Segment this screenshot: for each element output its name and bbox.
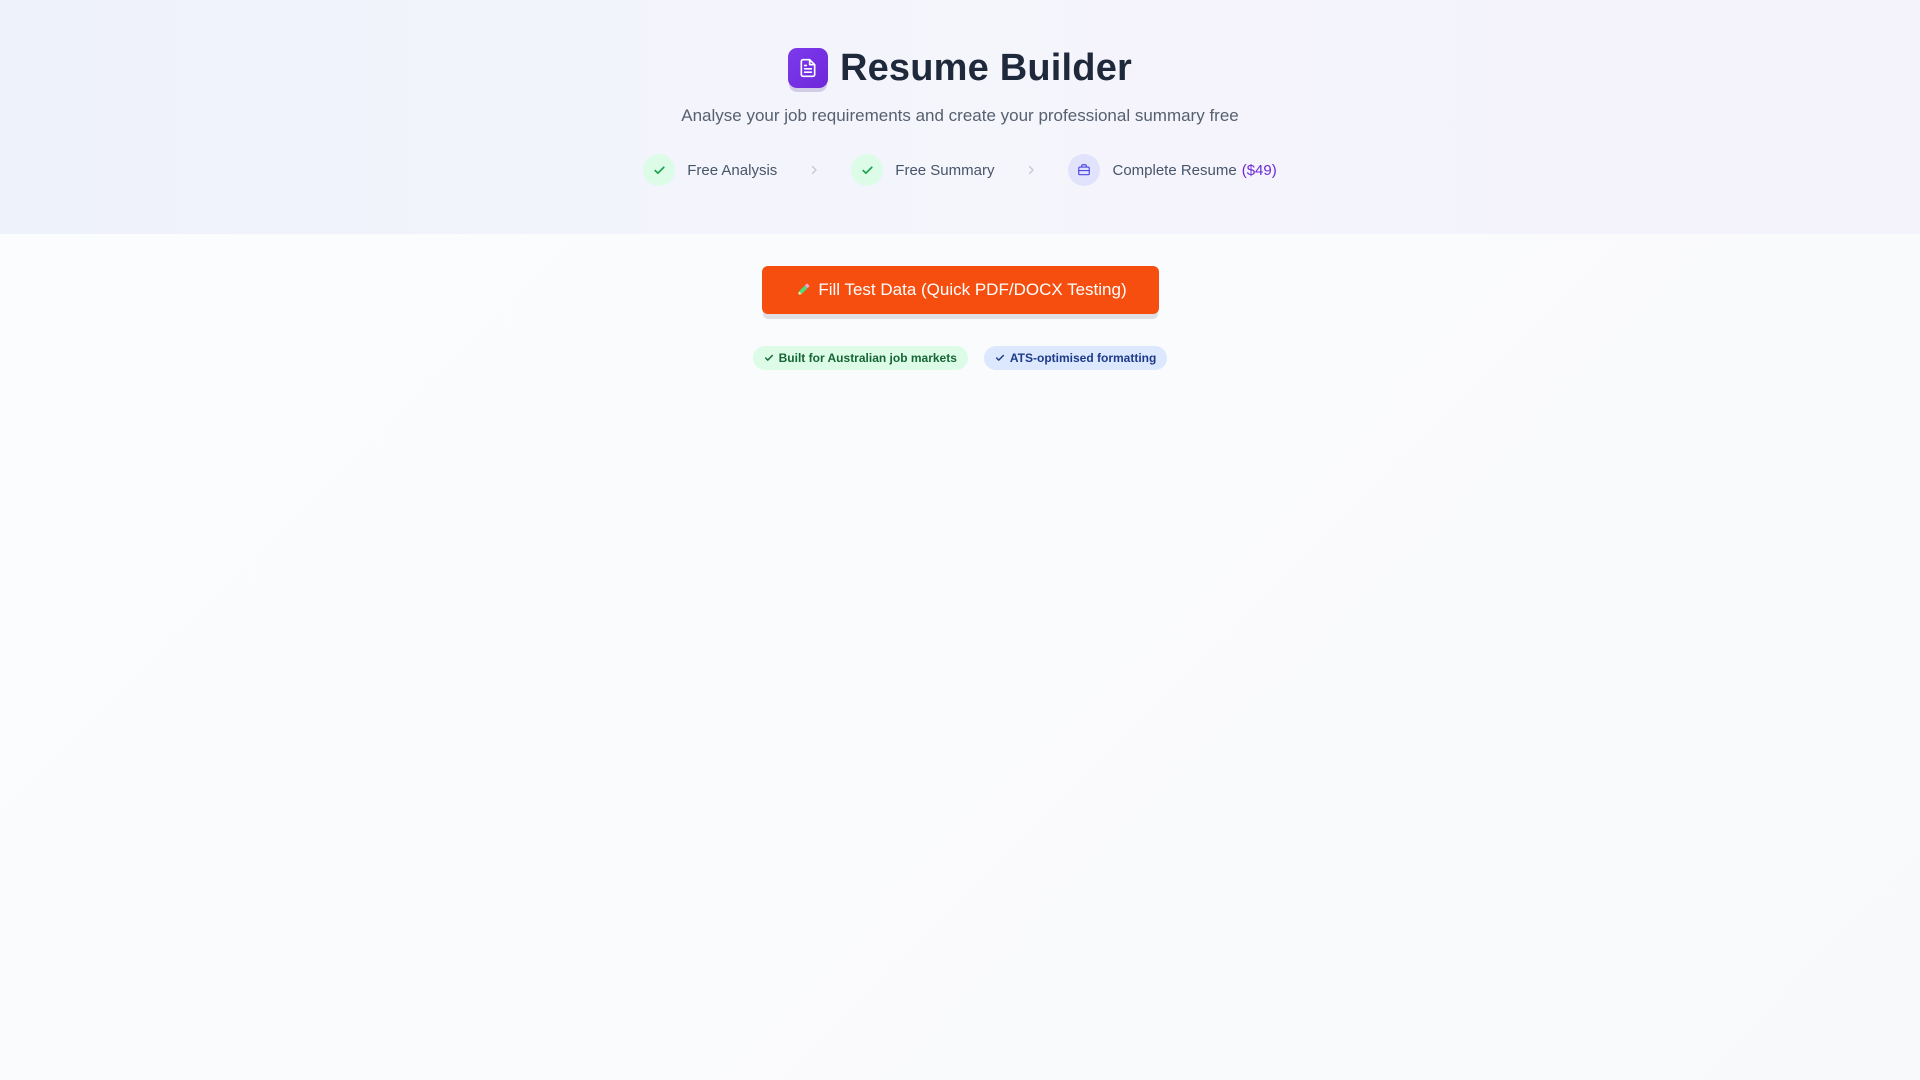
step-label: Free Analysis: [687, 161, 778, 179]
step-free-summary: Free Summary: [851, 154, 994, 186]
feature-badges: Built for Australian job markets ATS-opt…: [0, 346, 1920, 370]
document-icon: [787, 48, 828, 88]
chevron-right-icon: [1024, 163, 1038, 177]
pencil-icon: [794, 281, 812, 299]
briefcase-icon: [1068, 154, 1101, 186]
badge-australian-markets: Built for Australian job markets: [752, 346, 968, 370]
check-icon: [643, 154, 676, 186]
progress-steps: Free Analysis Free Summary Complete Resu…: [0, 154, 1920, 186]
title-row: Resume Builder: [0, 46, 1920, 89]
step-label: Free Summary: [895, 161, 995, 179]
badge-label: Built for Australian job markets: [778, 351, 957, 365]
badge-ats-formatting: ATS-optimised formatting: [983, 346, 1168, 370]
step-label: Complete Resume: [1112, 161, 1237, 179]
page-header: Resume Builder Analyse your job requirem…: [0, 0, 1920, 234]
badge-label: ATS-optimised formatting: [1009, 351, 1157, 365]
step-free-analysis: Free Analysis: [643, 154, 777, 186]
button-label: Fill Test Data (Quick PDF/DOCX Testing): [818, 280, 1127, 299]
step-price: ($49): [1241, 161, 1277, 179]
check-icon: [995, 353, 1005, 363]
step-complete-resume: Complete Resume ($49): [1068, 154, 1277, 186]
page-subtitle: Analyse your job requirements and create…: [681, 106, 1239, 125]
check-icon: [764, 353, 774, 363]
fill-test-data-button[interactable]: Fill Test Data (Quick PDF/DOCX Testing): [762, 266, 1159, 314]
page-title: Resume Builder: [839, 46, 1133, 89]
chevron-right-icon: [807, 163, 821, 177]
check-icon: [851, 154, 884, 186]
